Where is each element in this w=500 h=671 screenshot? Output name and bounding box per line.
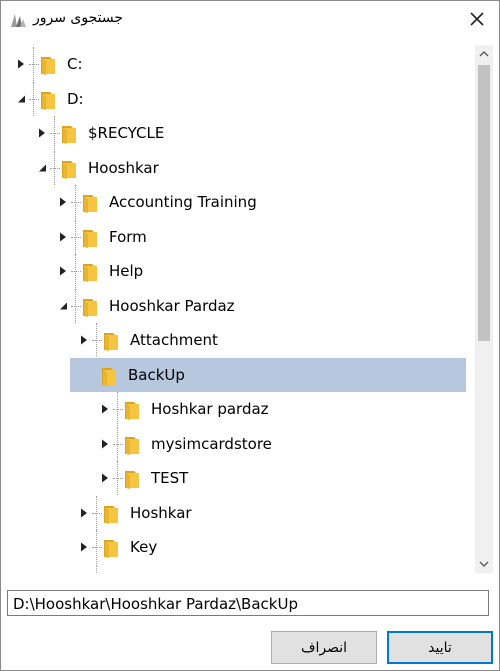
- collapsed-triangle-icon[interactable]: [57, 265, 69, 277]
- folder-icon: [100, 328, 124, 352]
- tree-connector-line: [96, 530, 97, 564]
- expanded-triangle-icon[interactable]: [15, 93, 27, 105]
- folder-icon: [100, 570, 124, 574]
- tree-node[interactable]: C:: [7, 47, 469, 81]
- folder-icon: [121, 397, 145, 421]
- scroll-up-icon: [479, 50, 489, 57]
- folder-tree-panel: C: D: $RECYCLE Hooshkar Accounting Training F…: [7, 45, 493, 573]
- tree-connector-line: [96, 564, 97, 573]
- expanded-triangle-icon[interactable]: [36, 162, 48, 174]
- tree-node-label: D:: [67, 89, 84, 108]
- folder-icon: [79, 294, 103, 318]
- tree-connector-line: [33, 81, 34, 116]
- tree-connector-line: [33, 47, 34, 81]
- tree-connector-line: [117, 426, 118, 461]
- tree-node[interactable]: [7, 564, 469, 574]
- tree-node[interactable]: D:: [7, 81, 469, 116]
- folder-icon: [79, 259, 103, 283]
- tree-node[interactable]: Form: [7, 219, 469, 254]
- collapsed-triangle-icon[interactable]: [99, 438, 111, 450]
- collapsed-triangle-icon[interactable]: [99, 472, 111, 484]
- collapsed-triangle-icon[interactable]: [99, 403, 111, 415]
- server-search-dialog: جستجوی سرور C: D: $RECYCLE Hooshkar Accounti…: [0, 0, 500, 671]
- ok-button[interactable]: تایید: [387, 631, 493, 664]
- tree-node-label: Help: [109, 262, 144, 280]
- collapsed-triangle-icon[interactable]: [78, 507, 90, 519]
- tree-node[interactable]: Hoshkar pardaz: [7, 392, 469, 426]
- tree-node-label: Form: [109, 227, 147, 246]
- folder-icon: [121, 466, 145, 490]
- scroll-up-button[interactable]: [475, 45, 493, 63]
- tree-node-label: Key: [130, 538, 158, 556]
- tree-connector-line: [117, 461, 118, 495]
- folder-icon: [98, 363, 122, 387]
- tree-node-label: $RECYCLE: [88, 124, 165, 142]
- tree-node-label: C:: [67, 55, 83, 73]
- collapsed-triangle-icon[interactable]: [78, 334, 90, 346]
- folder-icon: [37, 52, 61, 76]
- scroll-down-button[interactable]: [475, 555, 493, 573]
- tree-node[interactable]: Accounting Training: [7, 185, 469, 219]
- tree-node-label: Hoshkar: [130, 503, 192, 522]
- tree-node-label: Accounting Training: [109, 193, 257, 211]
- title-bar: جستجوی سرور: [1, 1, 499, 39]
- scroll-down-icon: [479, 561, 489, 568]
- folder-icon: [58, 121, 82, 145]
- tree-node-label: BackUp: [128, 365, 185, 384]
- tree-node-label: mysimcardstore: [151, 434, 272, 453]
- collapsed-triangle-icon[interactable]: [78, 541, 90, 553]
- cancel-button[interactable]: انصراف: [271, 631, 377, 664]
- tree-node-label: Hooshkar: [88, 158, 159, 177]
- tree-connector-line: [75, 288, 76, 323]
- tree-node[interactable]: TEST: [7, 461, 469, 495]
- folder-icon: [37, 87, 61, 111]
- tree-node-item[interactable]: BackUp: [70, 357, 466, 392]
- close-icon: [470, 12, 484, 26]
- tree-node[interactable]: Key: [7, 530, 469, 564]
- tree-node-label: Hoshkar pardaz: [151, 400, 269, 418]
- tree-connector-line: [117, 392, 118, 426]
- tree-connector-line: [96, 323, 97, 357]
- tree-connector-line: [96, 495, 97, 530]
- vertical-scrollbar[interactable]: [475, 45, 493, 573]
- collapsed-triangle-icon[interactable]: [15, 58, 27, 70]
- window-title: جستجوی سرور: [33, 10, 124, 26]
- tree-node[interactable]: Help: [7, 254, 469, 288]
- folder-icon: [121, 432, 145, 456]
- tree-connector-line: [75, 254, 76, 288]
- collapsed-triangle-icon[interactable]: [57, 196, 69, 208]
- folder-icon: [58, 156, 82, 180]
- folder-icon: [100, 535, 124, 559]
- tree-node[interactable]: Hooshkar: [7, 150, 469, 185]
- folder-icon: [79, 190, 103, 214]
- tree-node-label: Attachment: [130, 331, 218, 349]
- tree-connector-line: [54, 116, 55, 150]
- collapsed-triangle-icon[interactable]: [57, 231, 69, 243]
- tree-node-label: TEST: [151, 469, 189, 487]
- tree-node[interactable]: BackUp: [7, 357, 469, 392]
- scroll-thumb[interactable]: [478, 65, 490, 341]
- close-button[interactable]: [465, 7, 489, 31]
- tree-connector-line: [75, 219, 76, 254]
- tree-node[interactable]: $RECYCLE: [7, 116, 469, 150]
- server-search-icon: [9, 11, 27, 29]
- tree-connector-line: [54, 150, 55, 185]
- collapsed-triangle-icon[interactable]: [36, 127, 48, 139]
- tree-connector-line: [75, 185, 76, 219]
- tree-node[interactable]: Attachment: [7, 323, 469, 357]
- folder-icon: [79, 225, 103, 249]
- folder-icon: [100, 501, 124, 525]
- tree-node-label: Hooshkar Pardaz: [109, 296, 235, 315]
- tree-node[interactable]: Hooshkar Pardaz: [7, 288, 469, 323]
- tree-node[interactable]: mysimcardstore: [7, 426, 469, 461]
- folder-tree[interactable]: C: D: $RECYCLE Hooshkar Accounting Training F…: [7, 45, 469, 573]
- selected-path-field[interactable]: D:\Hooshkar\Hooshkar Pardaz\BackUp: [7, 590, 489, 616]
- tree-node[interactable]: Hoshkar: [7, 495, 469, 530]
- expanded-triangle-icon[interactable]: [57, 300, 69, 312]
